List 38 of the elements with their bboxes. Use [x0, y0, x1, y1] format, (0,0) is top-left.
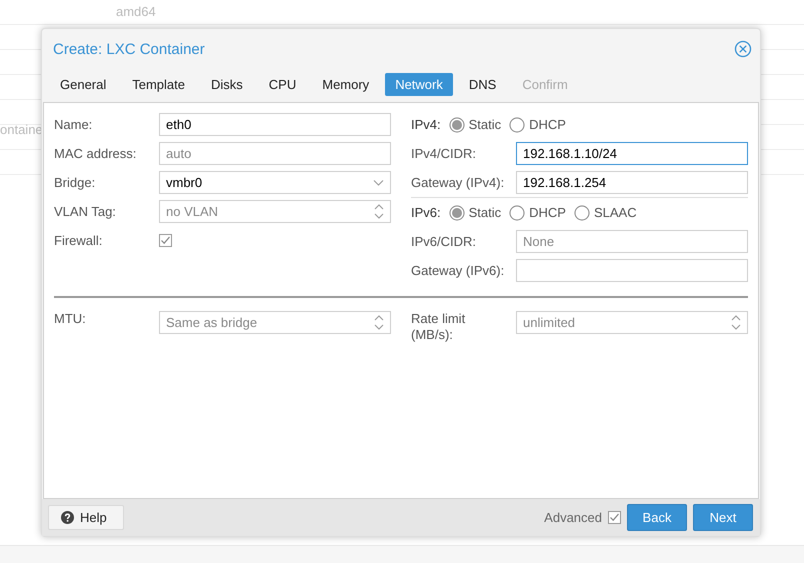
input-field[interactable]: 192.168.1.10/24	[516, 142, 748, 165]
radio-option[interactable]: DHCP	[509, 116, 566, 132]
field-label: IPv6:	[411, 205, 441, 220]
field-label: MAC address:	[54, 146, 138, 161]
input-field[interactable]: None	[516, 230, 748, 253]
radio-option[interactable]: SLAAC	[574, 204, 637, 220]
tab[interactable]: Memory	[312, 73, 380, 96]
input-field[interactable]: auto	[159, 142, 391, 165]
tab[interactable]: DNS	[458, 73, 506, 96]
field-label: Bridge:	[54, 175, 96, 190]
dropdown-field[interactable]: vmbr0	[159, 171, 391, 194]
help-button[interactable]: Help	[48, 505, 124, 530]
tab[interactable]: CPU	[258, 73, 306, 96]
radio-option[interactable]: Static	[448, 116, 502, 132]
advanced-label: Advanced	[544, 510, 602, 525]
number-field[interactable]: Same as bridge	[159, 311, 391, 334]
tab[interactable]: General	[50, 73, 116, 96]
field-label: VLAN Tag:	[54, 204, 117, 219]
dialog-title: Create: LXC Container	[53, 40, 205, 58]
table-cell-text: amd64	[116, 3, 156, 21]
radio-option[interactable]: DHCP	[509, 204, 566, 220]
radio-option[interactable]: Static	[448, 204, 502, 220]
tab[interactable]: Template	[122, 73, 195, 96]
field-label: Name:	[54, 117, 94, 132]
field-label: Rate limit (MB/s):	[411, 311, 466, 343]
table-cell-text: ontaine	[0, 121, 43, 139]
number-field[interactable]: no VLAN	[159, 200, 391, 223]
tab[interactable]: Disks	[201, 73, 253, 96]
field-label: Gateway (IPv4):	[411, 175, 506, 190]
field-label: IPv6/CIDR:	[411, 234, 478, 249]
field-label: MTU:	[54, 311, 87, 327]
field-label: IPv4:	[411, 117, 441, 132]
input-field[interactable]: 192.168.1.254	[516, 171, 748, 194]
field-label: IPv4/CIDR:	[411, 146, 478, 161]
input-field[interactable]: eth0	[159, 113, 391, 136]
number-field[interactable]: unlimited	[516, 311, 748, 334]
field-label: Firewall:	[54, 233, 104, 248]
field-label: Gateway (IPv6):	[411, 263, 506, 278]
